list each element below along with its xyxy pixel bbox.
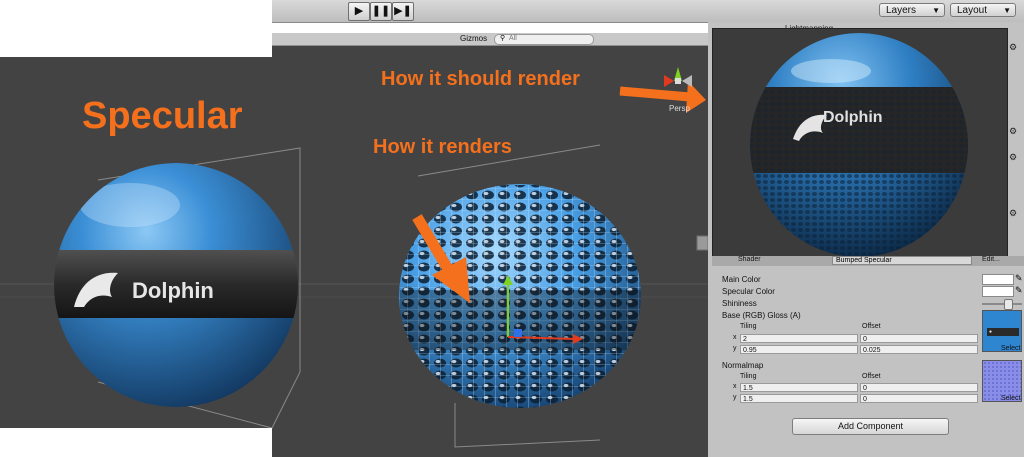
background-panel bbox=[0, 0, 272, 57]
sphere-text-left: Dolphin bbox=[132, 278, 214, 303]
normalmap-label: Normalmap bbox=[722, 361, 764, 370]
base-y-label: y bbox=[733, 345, 737, 352]
base-texture-label: Base (RGB) Gloss (A) bbox=[722, 311, 801, 320]
view-gizmo bbox=[664, 67, 692, 87]
edit-button[interactable]: Edit... bbox=[982, 256, 1000, 263]
normal-tiling-x-field[interactable]: 1.5 bbox=[740, 383, 858, 392]
search-field[interactable]: ⚲ All bbox=[494, 34, 594, 45]
step-button[interactable]: ▶❚ bbox=[392, 2, 414, 21]
specular-color-swatch[interactable] bbox=[982, 286, 1014, 297]
shininess-slider-thumb[interactable] bbox=[1004, 299, 1013, 310]
middle-sphere bbox=[399, 184, 641, 408]
chevron-down-icon: ▼ bbox=[1003, 6, 1011, 15]
renders-label: How it renders bbox=[373, 136, 512, 158]
normal-tiling-header: Tiling bbox=[740, 373, 757, 380]
gear-icon[interactable]: ⚙ bbox=[1009, 152, 1017, 163]
reference-render: Dolphin bbox=[712, 28, 1008, 258]
dolphin-logo-icon: ● bbox=[989, 329, 993, 335]
toolbar: ▶ ❚❚ ▶❚ Layers ▼ Layout ▼ bbox=[272, 0, 1024, 23]
sphere-text-right: Dolphin bbox=[823, 109, 883, 126]
base-offset-header: Offset bbox=[862, 323, 881, 330]
add-component-button[interactable]: Add Component bbox=[792, 418, 949, 435]
gear-icon[interactable]: ⚙ bbox=[1009, 208, 1017, 219]
base-tiling-x-field[interactable]: 2 bbox=[740, 334, 858, 343]
base-tiling-y-field[interactable]: 0.95 bbox=[740, 345, 858, 354]
layout-label: Layout bbox=[957, 5, 988, 16]
search-icon: ⚲ bbox=[500, 35, 506, 42]
base-tiling-header: Tiling bbox=[740, 323, 757, 330]
play-icon: ▶ bbox=[354, 5, 364, 17]
shader-label: Shader bbox=[738, 256, 761, 263]
normal-y-label: y bbox=[733, 394, 737, 401]
gizmos-dropdown[interactable]: Gizmos bbox=[460, 34, 487, 43]
layers-label: Layers bbox=[886, 5, 917, 16]
shininess-label: Shininess bbox=[722, 299, 757, 308]
search-placeholder: All bbox=[509, 35, 517, 42]
normal-tiling-y-field[interactable]: 1.5 bbox=[740, 394, 858, 403]
gear-icon[interactable]: ⚙ bbox=[1009, 42, 1017, 53]
layout-dropdown[interactable]: Layout ▼ bbox=[950, 3, 1016, 17]
background-panel bbox=[0, 428, 272, 457]
specular-color-label: Specular Color bbox=[722, 287, 775, 296]
pause-button[interactable]: ❚❚ bbox=[370, 2, 392, 21]
base-offset-y-field[interactable]: 0.025 bbox=[860, 345, 978, 354]
title-label: Specular bbox=[82, 95, 243, 137]
play-button[interactable]: ▶ bbox=[348, 2, 370, 21]
normal-x-label: x bbox=[733, 383, 737, 390]
chevron-down-icon: ▼ bbox=[932, 6, 940, 15]
base-select-button[interactable]: Select bbox=[1001, 345, 1020, 352]
main-color-swatch[interactable] bbox=[982, 274, 1014, 285]
should-render-label: How it should render bbox=[381, 68, 580, 90]
scene-header: Gizmos ⚲ All bbox=[272, 33, 708, 46]
gear-icon[interactable]: ⚙ bbox=[1009, 126, 1017, 137]
step-icon: ▶❚ bbox=[394, 5, 412, 17]
eyedropper-icon[interactable]: ✎ bbox=[1015, 285, 1023, 296]
normal-select-button[interactable]: Select bbox=[1001, 395, 1020, 402]
normal-offset-header: Offset bbox=[862, 373, 881, 380]
shader-row: Shader Bumped Specular Edit... bbox=[712, 256, 1024, 266]
pause-icon: ❚❚ bbox=[371, 5, 391, 17]
normal-offset-y-field[interactable]: 0 bbox=[860, 394, 978, 403]
shininess-slider-track[interactable] bbox=[982, 303, 1022, 305]
layers-dropdown[interactable]: Layers ▼ bbox=[879, 3, 945, 17]
eyedropper-icon[interactable]: ✎ bbox=[1015, 273, 1023, 284]
shader-dropdown[interactable]: Bumped Specular bbox=[832, 256, 972, 265]
base-offset-x-field[interactable]: 0 bbox=[860, 334, 978, 343]
persp-label[interactable]: Persp bbox=[669, 104, 690, 113]
base-x-label: x bbox=[733, 334, 737, 341]
normal-offset-x-field[interactable]: 0 bbox=[860, 383, 978, 392]
main-color-label: Main Color bbox=[722, 275, 761, 284]
